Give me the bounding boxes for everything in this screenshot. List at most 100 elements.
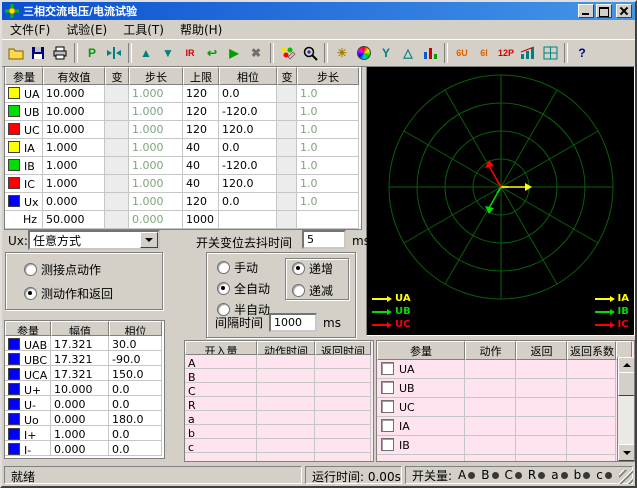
increase-button[interactable]: ▲ [135, 42, 157, 64]
grid-view-button[interactable] [539, 42, 561, 64]
phase-step-cell[interactable]: 1.0 [297, 193, 359, 211]
phase-step-cell[interactable]: 1.0 [297, 157, 359, 175]
help-button[interactable]: ? [571, 42, 593, 64]
ux-mode-select[interactable]: 任意方式 [28, 230, 160, 250]
vector-arrow-icon [595, 322, 615, 328]
resize-grip[interactable] [619, 470, 633, 484]
close-button[interactable] [616, 4, 632, 18]
step-cell[interactable]: 1.000 [129, 175, 183, 193]
limit-cell[interactable]: 40 [183, 175, 219, 193]
step-cell[interactable]: 1.000 [129, 103, 183, 121]
scroll-thumb[interactable] [618, 372, 635, 396]
scroll-down-button[interactable] [618, 444, 635, 461]
value-cell[interactable]: 1.000 [43, 139, 105, 157]
checkbox-icon[interactable] [381, 419, 394, 432]
interval-input[interactable] [269, 313, 317, 332]
chevron-down-icon[interactable] [140, 232, 158, 248]
stop-button[interactable]: ✖ [245, 42, 267, 64]
phase-step-cell[interactable]: 1.0 [297, 121, 359, 139]
open-button[interactable] [5, 42, 27, 64]
menu-help[interactable]: 帮助(H) [172, 20, 230, 39]
value-cell[interactable]: 0.000 [43, 193, 105, 211]
test-mode-option-contact[interactable]: 测接点动作 [24, 261, 162, 278]
action-cell [465, 398, 516, 417]
value-cell[interactable]: 1.000 [43, 157, 105, 175]
limit-cell[interactable]: 120 [183, 85, 219, 103]
delta-connection-button[interactable]: △ [397, 42, 419, 64]
coef-cell [567, 417, 616, 436]
phase-step-cell[interactable] [297, 211, 359, 229]
zoom-button[interactable] [299, 42, 321, 64]
step-cell[interactable]: 1.000 [129, 193, 183, 211]
test-mode-option-action-return[interactable]: 测动作和返回 [24, 285, 162, 302]
limit-cell[interactable]: 40 [183, 157, 219, 175]
phase-cell[interactable]: 0.0 [219, 193, 277, 211]
toolbar: P ▲ ▼ IR ↩ ▶ ✖ ☀ Y △ 6U 6I 12P ? [2, 39, 635, 67]
value-cell[interactable]: 1.000 [43, 175, 105, 193]
phase-step-cell[interactable]: 1.0 [297, 103, 359, 121]
run-mode-full-auto[interactable]: 全自动 [217, 280, 270, 297]
phase-cell[interactable] [219, 211, 277, 229]
table-row-ia: IA 1.000 1.000 40 0.0 1.0 [5, 139, 361, 157]
step-cell[interactable]: 1.000 [129, 85, 183, 103]
limit-cell[interactable]: 120 [183, 121, 219, 139]
switch-indicator-R: R [528, 468, 545, 482]
start-button[interactable]: ▶ [223, 42, 245, 64]
step-cell[interactable]: 1.000 [129, 121, 183, 139]
toolbar-separator [324, 43, 328, 63]
six-i-button[interactable]: 6I [473, 42, 495, 64]
six-u-button[interactable]: 6U [451, 42, 473, 64]
twelve-p-button[interactable]: 12P [495, 42, 517, 64]
menu-tools[interactable]: 工具(T) [115, 20, 172, 39]
harmonic-button[interactable] [517, 42, 539, 64]
value-cell[interactable]: 10.000 [43, 85, 105, 103]
checkbox-icon[interactable] [381, 400, 394, 413]
scrollbar[interactable] [617, 357, 634, 461]
revert-button[interactable]: ↩ [201, 42, 223, 64]
step-cell[interactable]: 1.000 [129, 139, 183, 157]
menu-file[interactable]: 文件(F) [2, 20, 58, 39]
value-cell[interactable]: 50.000 [43, 211, 105, 229]
maximize-button[interactable] [596, 4, 612, 18]
debounce-input[interactable] [302, 230, 346, 249]
phase-step-cell[interactable]: 1.0 [297, 139, 359, 157]
switch-row-B: B [185, 369, 373, 383]
print-button[interactable] [49, 42, 71, 64]
phase-cell[interactable]: -120.0 [219, 103, 277, 121]
step-cell[interactable]: 1.000 [129, 157, 183, 175]
phase-cell[interactable]: 120.0 [219, 175, 277, 193]
decrease-button[interactable]: ▼ [157, 42, 179, 64]
y-connection-button[interactable]: Y [375, 42, 397, 64]
burst-button[interactable]: ☀ [331, 42, 353, 64]
legend-ia: IA [595, 293, 629, 304]
save-button[interactable] [27, 42, 49, 64]
split-phase-button[interactable] [103, 42, 125, 64]
bar-chart-button[interactable] [419, 42, 441, 64]
limit-cell[interactable]: 120 [183, 193, 219, 211]
limit-cell[interactable]: 40 [183, 139, 219, 157]
color-wheel-button[interactable] [353, 42, 375, 64]
value-cell[interactable]: 10.000 [43, 103, 105, 121]
run-mode-manual[interactable]: 手动 [217, 259, 270, 276]
phase-cell[interactable]: -120.0 [219, 157, 277, 175]
menu-test[interactable]: 试验(E) [58, 20, 115, 39]
checkbox-icon[interactable] [381, 438, 394, 451]
phase-cell[interactable]: 0.0 [219, 139, 277, 157]
phase-step-cell[interactable]: 1.0 [297, 175, 359, 193]
phase-cell[interactable]: 120.0 [219, 121, 277, 139]
direction-increase[interactable]: 递增 [292, 260, 348, 277]
palette-button[interactable] [277, 42, 299, 64]
limit-cell[interactable]: 1000 [183, 211, 219, 229]
phase-step-cell[interactable]: 1.0 [297, 85, 359, 103]
phase-cell[interactable]: 0.0 [219, 85, 277, 103]
up-triangle-icon: ▲ [140, 47, 152, 59]
checkbox-icon[interactable] [381, 362, 394, 375]
minimize-button[interactable] [578, 4, 594, 18]
ir-button[interactable]: IR [179, 42, 201, 64]
direction-decrease[interactable]: 递减 [292, 282, 348, 299]
value-cell[interactable]: 10.000 [43, 121, 105, 139]
checkbox-icon[interactable] [381, 381, 394, 394]
step-cell[interactable]: 0.000 [129, 211, 183, 229]
limit-cell[interactable]: 120 [183, 103, 219, 121]
phase-p-button[interactable]: P [81, 42, 103, 64]
